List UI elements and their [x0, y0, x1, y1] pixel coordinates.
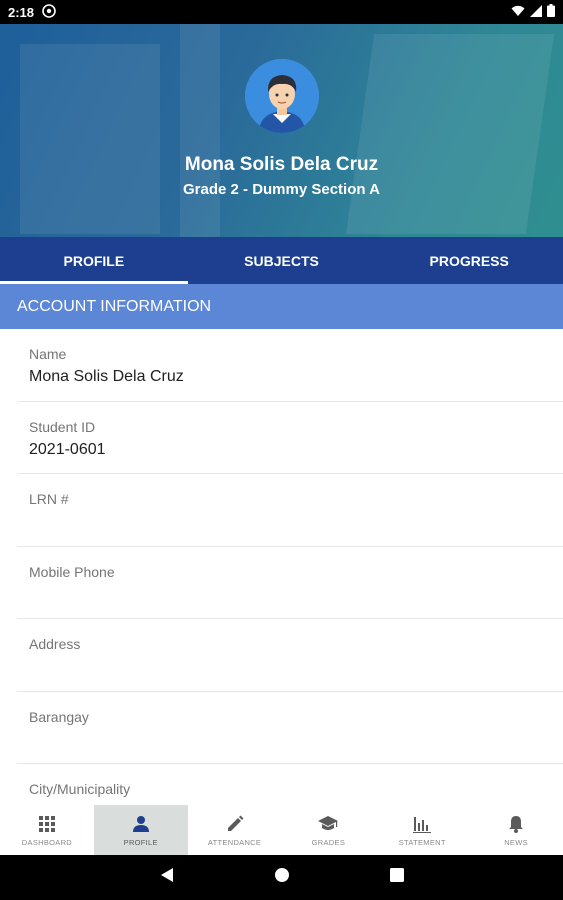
background-building — [345, 34, 555, 234]
nav-profile[interactable]: PROFILE — [93, 805, 188, 855]
system-navigation-bar — [0, 855, 563, 900]
field-address: Address — [17, 619, 563, 692]
field-label: Student ID — [29, 418, 96, 435]
back-icon[interactable] — [160, 867, 174, 888]
nav-attendance[interactable]: ATTENDANCE — [188, 805, 282, 855]
app-notification-icon — [42, 3, 56, 21]
background-building — [20, 44, 160, 234]
field-mobile-phone: Mobile Phone — [17, 547, 563, 619]
recents-icon[interactable] — [389, 868, 404, 887]
field-label: LRN # — [29, 491, 69, 507]
person-icon — [132, 813, 150, 835]
nav-dashboard[interactable]: DASHBOARD — [0, 805, 94, 855]
field-value: Mona Solis Dela Cruz — [29, 368, 184, 385]
field-label: Mobile Phone — [29, 563, 115, 580]
status-bar: 2:18 — [0, 0, 563, 24]
student-section: Grade 2 - Dummy Section A — [183, 181, 380, 198]
pencil-icon — [226, 813, 244, 835]
student-name: Mona Solis Dela Cruz — [184, 154, 379, 175]
field-label: Barangay — [29, 708, 89, 725]
nav-label: ATTENDANCE — [207, 838, 262, 847]
field-student-id: Student ID 2021-0601 — [17, 402, 563, 474]
bottom-navigation: DASHBOARD PROFILE ATTENDANCE GRADES STAT… — [0, 805, 563, 855]
nav-grades[interactable]: GRADES — [281, 805, 375, 855]
field-value: 2021-0601 — [29, 440, 106, 458]
nav-label: NEWS — [504, 838, 528, 847]
tab-profile[interactable]: PROFILE — [0, 237, 188, 284]
background-pillar — [180, 24, 220, 237]
nav-label: GRADES — [311, 838, 346, 847]
graduation-cap-icon — [318, 813, 339, 835]
bar-chart-icon — [413, 813, 432, 835]
field-name: Name Mona Solis Dela Cruz — [17, 329, 563, 402]
wifi-icon — [511, 5, 525, 20]
tab-progress[interactable]: PROGRESS — [375, 237, 563, 284]
signal-icon — [530, 4, 542, 20]
nav-label: DASHBOARD — [21, 838, 73, 847]
nav-news[interactable]: NEWS — [469, 805, 563, 855]
home-icon[interactable] — [274, 867, 290, 888]
nav-label: STATEMENT — [398, 838, 446, 847]
field-label: City/Municipality — [29, 781, 131, 797]
nav-statement[interactable]: STATEMENT — [375, 805, 469, 855]
field-barangay: Barangay — [17, 692, 563, 764]
bell-icon — [508, 813, 524, 835]
grid-icon — [38, 813, 55, 835]
account-information-list: Name Mona Solis Dela Cruz Student ID 202… — [17, 329, 563, 837]
profile-tabs: PROFILE SUBJECTS PROGRESS — [0, 237, 563, 284]
nav-label: PROFILE — [123, 838, 158, 847]
avatar — [245, 59, 319, 133]
battery-icon — [547, 4, 555, 20]
field-label: Name — [29, 346, 67, 362]
field-label: Address — [29, 636, 81, 652]
account-information-header: ACCOUNT INFORMATION — [0, 284, 563, 329]
profile-header: Mona Solis Dela Cruz Grade 2 - Dummy Sec… — [0, 24, 563, 237]
status-time: 2:18 — [8, 4, 35, 20]
field-lrn: LRN # — [17, 474, 563, 547]
tab-subjects[interactable]: SUBJECTS — [188, 237, 376, 284]
